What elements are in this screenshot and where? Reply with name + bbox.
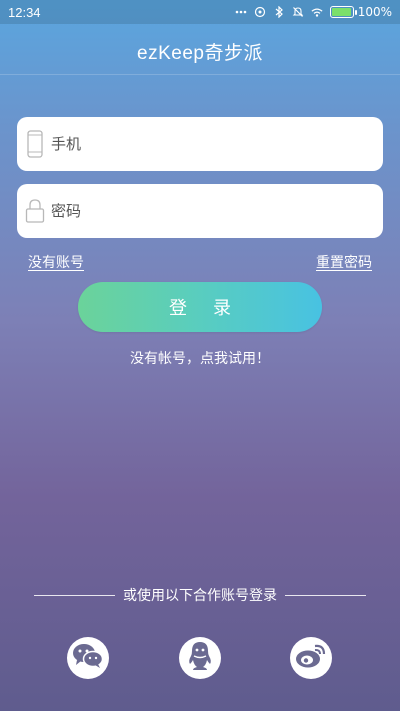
no-account-link[interactable]: 没有账号	[28, 252, 84, 272]
reset-password-link[interactable]: 重置密码	[316, 252, 372, 272]
phone-icon	[25, 129, 45, 159]
battery-icon	[329, 6, 357, 18]
status-time: 12:34	[8, 4, 41, 20]
battery-percent: 100%	[357, 5, 392, 19]
weibo-login-button[interactable]	[290, 637, 332, 679]
battery-indicator: 100%	[329, 5, 392, 19]
password-field[interactable]	[17, 184, 383, 238]
divider-line-left	[34, 594, 115, 596]
weibo-icon	[295, 642, 327, 674]
login-button[interactable]: 登录	[78, 282, 322, 332]
phone-input[interactable]	[51, 117, 383, 171]
login-screen: 12:34 100% ezKeep奇步派 手机 没有账号 重置密码 登录 没有帐…	[0, 0, 400, 711]
status-icons: 100%	[235, 5, 392, 19]
battery-fill	[331, 8, 351, 16]
title-divider	[0, 74, 400, 75]
app-title: ezKeep奇步派	[137, 43, 263, 64]
password-input[interactable]	[51, 184, 383, 238]
account-links: 没有账号 重置密码	[28, 252, 372, 272]
third-party-label: 或使用以下合作账号登录	[123, 588, 277, 604]
wechat-login-button[interactable]	[67, 637, 109, 679]
lock-icon	[25, 196, 45, 226]
phone-field[interactable]	[17, 117, 383, 171]
divider-line-right	[285, 594, 366, 596]
qq-icon	[187, 640, 213, 676]
third-party-divider: 或使用以下合作账号登录	[34, 585, 366, 605]
wechat-icon	[72, 642, 104, 674]
bluetooth-icon	[273, 6, 285, 18]
qq-login-button[interactable]	[179, 637, 221, 679]
silent-icon	[292, 6, 304, 18]
trial-link[interactable]: 没有帐号，点我试用！	[0, 348, 400, 368]
wifi-icon	[311, 6, 323, 18]
alarm-icon	[254, 6, 266, 18]
more-icon	[235, 6, 247, 18]
status-bar: 12:34 100%	[0, 0, 400, 24]
